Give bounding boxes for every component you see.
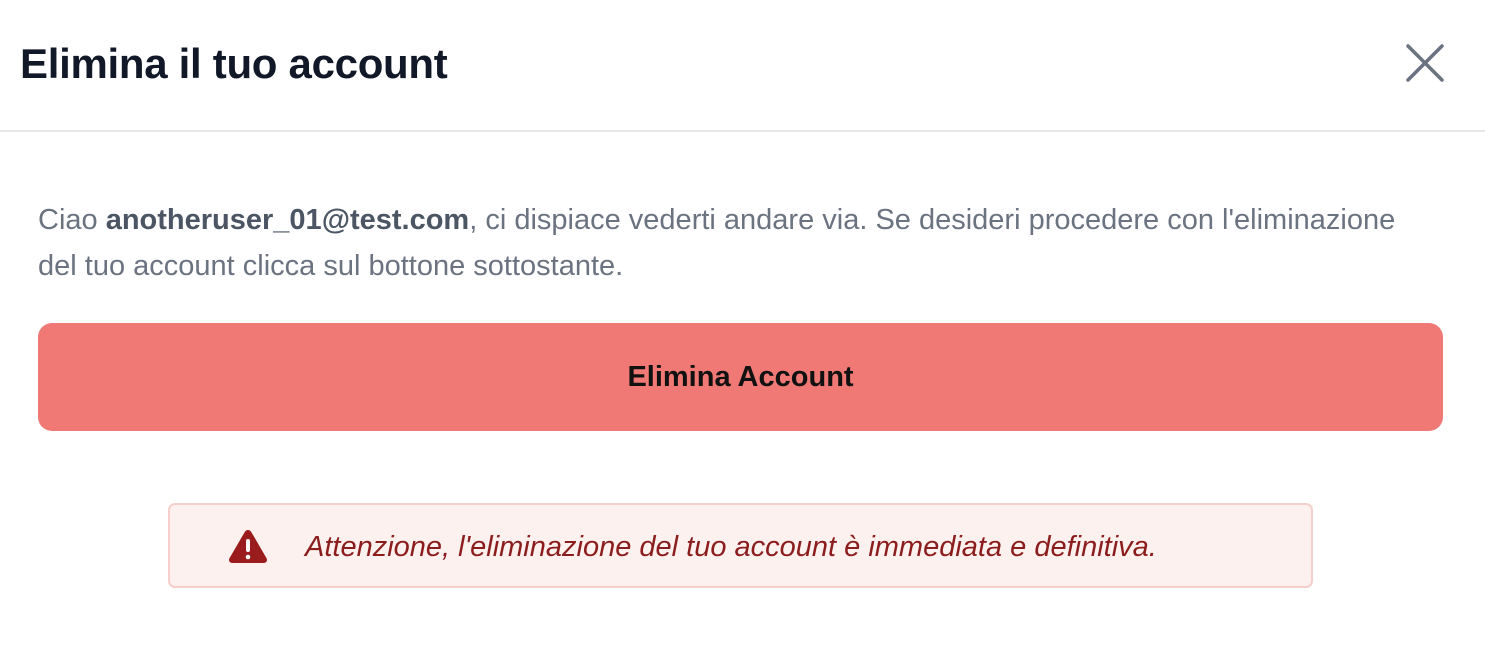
user-email: anotheruser_01@test.com — [105, 204, 470, 236]
delete-account-button[interactable]: Elimina Account — [38, 323, 1443, 431]
warning-triangle-icon — [228, 528, 268, 564]
delete-account-modal: Elimina il tuo account Ciao anotheruser_… — [0, 0, 1485, 653]
modal-header: Elimina il tuo account — [0, 0, 1485, 132]
close-icon — [1402, 40, 1448, 86]
close-button[interactable] — [1402, 40, 1448, 86]
warning-text: Attenzione, l'eliminazione del tuo accou… — [305, 531, 1157, 563]
farewell-message: Ciao anotheruser_01@test.com, ci dispiac… — [38, 197, 1438, 289]
message-greeting: Ciao — [38, 204, 106, 236]
modal-title: Elimina il tuo account — [20, 40, 448, 87]
warning-alert: Attenzione, l'eliminazione del tuo accou… — [168, 503, 1313, 588]
